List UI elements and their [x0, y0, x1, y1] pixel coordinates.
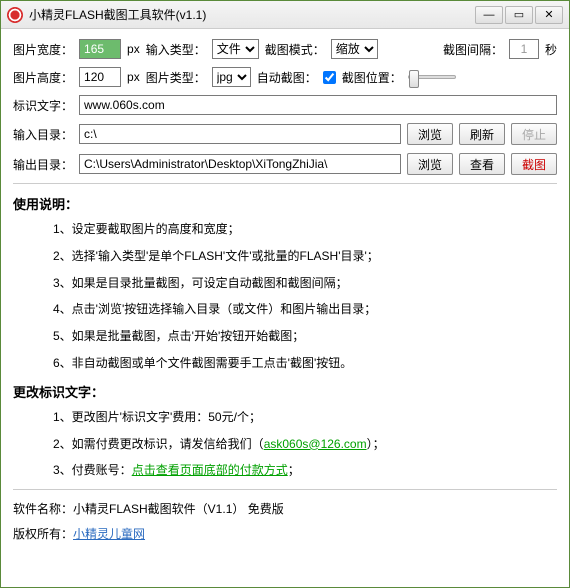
output-dir-input[interactable]: [79, 154, 401, 174]
usage-item: 2、选择'输入类型'是单个FLASH'文件'或批量的FLASH'目录'；: [53, 248, 557, 265]
view-button[interactable]: 查看: [459, 153, 505, 175]
capture-button[interactable]: 截图: [511, 153, 557, 175]
app-window: 小精灵FLASH截图工具软件(v1.1) — ▭ ✕ 图片宽度： px 输入类型…: [0, 0, 570, 588]
usage-item: 5、如果是批量截图，点击'开始'按钮开始截图；: [53, 328, 557, 345]
usage-item: 1、设定要截取图片的高度和宽度；: [53, 221, 557, 238]
row-settings-2: 图片高度： px 图片类型： jpg 自动截图： 截图位置：: [13, 67, 557, 87]
browse-input-button[interactable]: 浏览: [407, 123, 453, 145]
change-item: 2、如需付费更改标识，请发信给我们（ask060s@126.com）；: [53, 436, 557, 453]
copyright-link[interactable]: 小精灵儿童网: [73, 527, 145, 541]
stop-button[interactable]: 停止: [511, 123, 557, 145]
auto-capture-checkbox[interactable]: [323, 71, 336, 84]
usage-item: 3、如果是目录批量截图，可设定自动截图和截图间隔；: [53, 275, 557, 292]
input-dir-input[interactable]: [79, 124, 401, 144]
input-type-label: 输入类型：: [146, 41, 206, 58]
capture-pos-slider[interactable]: [408, 75, 456, 79]
change-list: 1、更改图片'标识文字'费用：50元/个； 2、如需付费更改标识，请发信给我们（…: [53, 409, 557, 479]
usage-list: 1、设定要截取图片的高度和宽度； 2、选择'输入类型'是单个FLASH'文件'或…: [53, 221, 557, 372]
capture-pos-label: 截图位置：: [342, 69, 402, 86]
window-title: 小精灵FLASH截图工具软件(v1.1): [29, 6, 475, 23]
change-item: 3、付费账号：点击查看页面底部的付款方式；: [53, 462, 557, 479]
capture-mode-label: 截图模式：: [265, 41, 325, 58]
watermark-input[interactable]: [79, 95, 557, 115]
pic-width-input[interactable]: [79, 39, 121, 59]
input-dir-label: 输入目录：: [13, 126, 73, 143]
payment-link[interactable]: 点击查看页面底部的付款方式: [132, 463, 288, 477]
row-settings-1: 图片宽度： px 输入类型： 文件 截图模式： 缩放 截图间隔： 秒: [13, 39, 557, 59]
interval-input[interactable]: [509, 39, 539, 59]
img-type-select[interactable]: jpg: [212, 67, 251, 87]
pic-height-input[interactable]: [79, 67, 121, 87]
maximize-button[interactable]: ▭: [505, 6, 533, 24]
email-link[interactable]: ask060s@126.com: [264, 437, 367, 451]
titlebar: 小精灵FLASH截图工具软件(v1.1) — ▭ ✕: [1, 1, 569, 29]
usage-title: 使用说明：: [13, 194, 557, 213]
refresh-button[interactable]: 刷新: [459, 123, 505, 145]
auto-capture-label: 自动截图：: [257, 69, 317, 86]
footer-line-2: 版权所有：小精灵儿童网: [13, 525, 557, 542]
capture-mode-select[interactable]: 缩放: [331, 39, 378, 59]
content-area: 图片宽度： px 输入类型： 文件 截图模式： 缩放 截图间隔： 秒 图片高度：…: [1, 29, 569, 587]
separator-2: [13, 489, 557, 490]
usage-item: 6、非自动截图或单个文件截图需要手工点击'截图'按钮。: [53, 355, 557, 372]
pic-width-label: 图片宽度：: [13, 41, 73, 58]
separator: [13, 183, 557, 184]
seconds-unit: 秒: [545, 41, 557, 58]
input-type-select[interactable]: 文件: [212, 39, 259, 59]
interval-label: 截图间隔：: [443, 41, 503, 58]
change-item: 1、更改图片'标识文字'费用：50元/个；: [53, 409, 557, 426]
browse-output-button[interactable]: 浏览: [407, 153, 453, 175]
change-title: 更改标识文字：: [13, 382, 557, 401]
row-output-dir: 输出目录： 浏览 查看 截图: [13, 153, 557, 175]
output-dir-label: 输出目录：: [13, 156, 73, 173]
window-controls: — ▭ ✕: [475, 6, 563, 24]
img-type-label: 图片类型：: [146, 69, 206, 86]
row-input-dir: 输入目录： 浏览 刷新 停止: [13, 123, 557, 145]
watermark-label: 标识文字：: [13, 97, 73, 114]
px-unit: px: [127, 42, 140, 56]
row-watermark: 标识文字：: [13, 95, 557, 115]
footer-line-1: 软件名称：小精灵FLASH截图软件（V1.1） 免费版: [13, 500, 557, 517]
pic-height-label: 图片高度：: [13, 69, 73, 86]
minimize-button[interactable]: —: [475, 6, 503, 24]
px-unit-2: px: [127, 70, 140, 84]
close-button[interactable]: ✕: [535, 6, 563, 24]
app-icon: [7, 7, 23, 23]
usage-item: 4、点击'浏览'按钮选择输入目录（或文件）和图片输出目录；: [53, 301, 557, 318]
